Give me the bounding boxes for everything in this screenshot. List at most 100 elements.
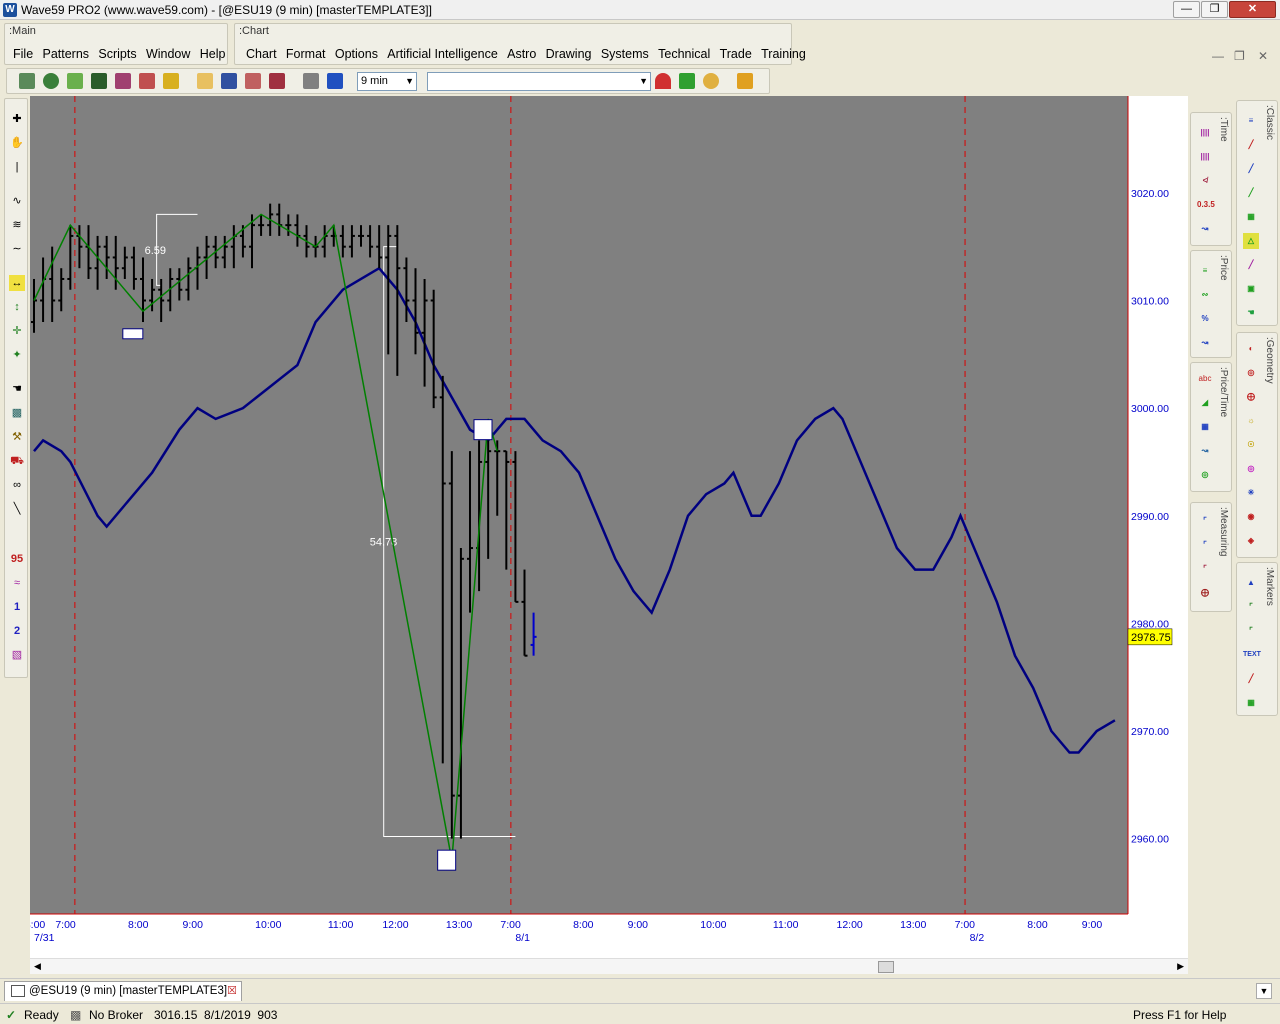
pointer-icon[interactable]: ☚	[9, 381, 25, 397]
circle-fan-icon[interactable]: ◐	[1243, 341, 1259, 357]
wave-count-icon[interactable]: ∿	[9, 193, 25, 209]
wave-icon[interactable]	[139, 73, 155, 89]
open-folder-icon[interactable]	[197, 73, 213, 89]
marker-1-icon[interactable]: ⌜	[1243, 599, 1259, 615]
curve-icon[interactable]: ∼	[9, 241, 25, 257]
horizontal-scrollbar[interactable]: ◀ ▶	[30, 958, 1188, 974]
move-icon[interactable]: ✛	[9, 323, 25, 339]
save-icon[interactable]	[221, 73, 237, 89]
diamond-icon[interactable]: ◈	[1243, 533, 1259, 549]
menu-format[interactable]: Format	[286, 47, 326, 61]
menu-systems[interactable]: Systems	[601, 47, 649, 61]
target-icon[interactable]: ⨁	[1197, 585, 1213, 601]
count-one-icon[interactable]: 1	[9, 599, 25, 615]
gann-fan-icon[interactable]: ╱	[1243, 185, 1259, 201]
close-button[interactable]: ✕	[1229, 1, 1276, 18]
triangle-icon[interactable]: △	[1243, 233, 1259, 249]
truck-icon[interactable]: ⛟	[9, 453, 25, 469]
ellipse-icon[interactable]: ⨁	[1243, 389, 1259, 405]
chart-document-tab[interactable]: @ESU19 (9 min) [masterTEMPLATE3] ☒	[4, 981, 242, 1001]
price-chart[interactable]: 6.5954.78 3020.003010.003000.002990.0029…	[19, 96, 1188, 958]
up-down-arrow-icon[interactable]	[679, 73, 695, 89]
circle-icon[interactable]: ◎	[1243, 365, 1259, 381]
price-projection-icon[interactable]: ↝	[1197, 335, 1213, 351]
scroll-thumb[interactable]	[878, 961, 894, 973]
menu-help[interactable]: Help	[200, 47, 226, 61]
maximize-button[interactable]: ❐	[1201, 1, 1228, 18]
price-retrace-icon[interactable]: ∾	[1197, 287, 1213, 303]
measure-ruler-icon[interactable]: ⌜	[1197, 513, 1213, 529]
pattern-icon[interactable]: ≋	[9, 217, 25, 233]
menu-scripts[interactable]: Scripts	[98, 47, 136, 61]
astro-icon[interactable]: ☉	[1243, 437, 1259, 453]
text-marker-icon[interactable]: TEXT	[1243, 647, 1261, 663]
gann-box-icon[interactable]: ▦	[1243, 209, 1259, 225]
menu-file[interactable]: File	[13, 47, 33, 61]
price-time-icon[interactable]: ◢	[1197, 395, 1213, 411]
menu-chart[interactable]: Chart	[246, 47, 277, 61]
alert-icon[interactable]	[737, 73, 753, 89]
menu-technical[interactable]: Technical	[658, 47, 710, 61]
spiral-icon[interactable]: ◎	[1197, 467, 1213, 483]
measure-swing-icon[interactable]: ⌜	[1197, 561, 1213, 577]
layout-icon[interactable]	[269, 73, 285, 89]
price-levels-icon[interactable]: ≡	[1197, 263, 1213, 279]
scale-icon[interactable]: ▧	[9, 647, 25, 663]
menu-trade[interactable]: Trade	[720, 47, 752, 61]
lasso-icon[interactable]: ∞	[9, 477, 25, 493]
bullseye-icon[interactable]: ◉	[1243, 509, 1259, 525]
replay-icon[interactable]	[327, 73, 343, 89]
wave-ribbon-icon[interactable]: ≈	[9, 575, 25, 591]
fib-time-icon[interactable]: ≮	[1197, 173, 1213, 189]
template-icon[interactable]	[245, 73, 261, 89]
data-icon[interactable]	[91, 73, 107, 89]
mdi-minimize-icon[interactable]: —	[1212, 49, 1224, 63]
new-chart-icon[interactable]	[19, 73, 35, 89]
menu-drawing[interactable]: Drawing	[546, 47, 592, 61]
count-two-icon[interactable]: 2	[9, 623, 25, 639]
expand-icon[interactable]: ✦	[9, 347, 25, 363]
crosshair-icon[interactable]: ✚	[9, 111, 25, 127]
trash-icon[interactable]: ▩	[9, 405, 25, 421]
time-projection-icon[interactable]: ↝	[1197, 221, 1213, 237]
time-lines-icon[interactable]: ||||	[1197, 149, 1213, 165]
abc-label-icon[interactable]: abc	[1197, 371, 1213, 387]
scroll-right-icon[interactable]: ▶	[1177, 961, 1184, 972]
hurst-icon[interactable]: 95	[9, 551, 25, 567]
measure-bars-icon[interactable]: ⌜	[1197, 537, 1213, 553]
tab-list-chevron-icon[interactable]: ▼	[1256, 983, 1272, 999]
menu-astro[interactable]: Astro	[507, 47, 536, 61]
time-ratio-icon[interactable]: 0.3.5	[1197, 197, 1215, 213]
ruler-icon[interactable]: ╲	[9, 501, 25, 517]
marker-12-icon[interactable]: ⌜	[1243, 623, 1259, 639]
refresh-icon[interactable]	[67, 73, 83, 89]
menu-options[interactable]: Options	[335, 47, 378, 61]
fib-vertical-icon[interactable]: ↕	[9, 299, 25, 315]
vertical-line-icon[interactable]: |	[9, 159, 25, 175]
fan-icon[interactable]: ↝	[1197, 443, 1213, 459]
percent-icon[interactable]: %	[1197, 311, 1213, 327]
andrews-fork-icon[interactable]: ≡	[1243, 113, 1259, 129]
menu-window[interactable]: Window	[146, 47, 190, 61]
grid-icon[interactable]: ▦	[1197, 419, 1213, 435]
menu-training[interactable]: Training	[761, 47, 806, 61]
time-cycles-icon[interactable]: ||||	[1197, 125, 1213, 141]
box-marker-icon[interactable]: ▦	[1243, 695, 1259, 711]
eye-icon[interactable]	[703, 73, 719, 89]
interval-select[interactable]: 9 min ▼	[357, 72, 417, 91]
magnet-icon[interactable]	[655, 73, 671, 89]
symbol-select[interactable]: ▼	[427, 72, 651, 91]
print-icon[interactable]	[303, 73, 319, 89]
pitchfork-icon[interactable]: ☚	[1243, 305, 1259, 321]
scan-icon[interactable]	[163, 73, 179, 89]
up-arrow-icon[interactable]: ▲	[1243, 575, 1259, 591]
hand-icon[interactable]: ✋	[9, 135, 25, 151]
fib-horizontal-icon[interactable]: ↔	[9, 275, 25, 291]
chart-window[interactable]: 6.59 54.78 3020.00 3010.00 3000.00 2990.00 29…	[19, 96, 1188, 958]
fib-channel-icon[interactable]: ╱	[1243, 257, 1259, 273]
menu-artificial-intelligence[interactable]: Artificial Intelligence	[387, 47, 497, 61]
tools-icon[interactable]: ⚒	[9, 429, 25, 445]
channel-icon[interactable]: ╱	[1243, 161, 1259, 177]
mdi-restore-icon[interactable]: ❐	[1234, 49, 1245, 63]
square-icon[interactable]: ▣	[1243, 281, 1259, 297]
